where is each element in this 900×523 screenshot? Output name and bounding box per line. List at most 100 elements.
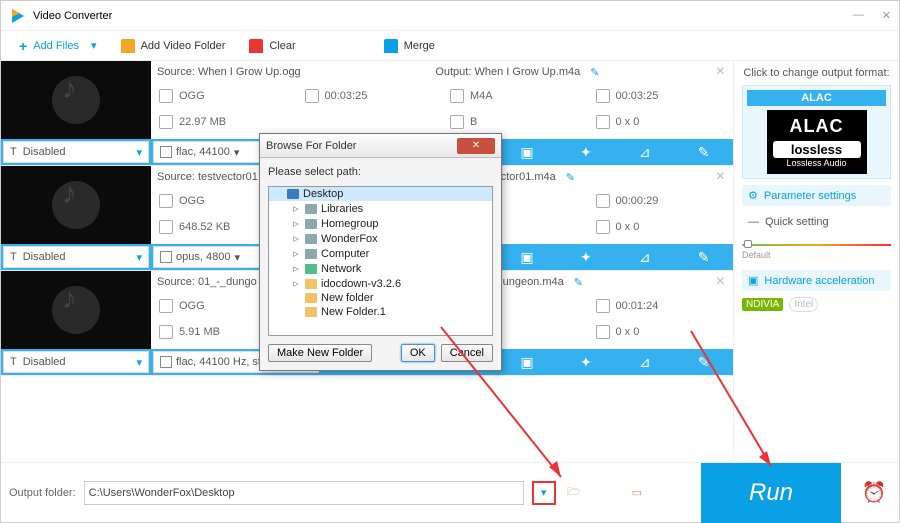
default-label: Default <box>742 250 771 260</box>
effects-icon[interactable]: ✦ <box>556 244 615 270</box>
hardware-accel-button[interactable]: ▣Hardware acceleration <box>742 270 891 291</box>
folder-icon <box>305 204 317 214</box>
open-folder-icon[interactable]: 🗁 <box>564 483 584 502</box>
clear-button[interactable]: Clear <box>239 35 305 57</box>
subtitle-dropdown[interactable]: TDisabled▾ <box>3 351 149 373</box>
thumbnail <box>1 271 151 349</box>
tree-node[interactable]: ▹ WonderFox <box>269 231 492 246</box>
titlebar: Video Converter — ✕ <box>1 1 899 31</box>
size-out: B <box>470 116 477 128</box>
alarm-icon[interactable]: ⏰ <box>849 463 899 523</box>
subtitle-edit-icon[interactable]: ✎ <box>674 244 733 270</box>
cancel-button[interactable]: Cancel <box>441 344 493 362</box>
chevron-down-icon: ▾ <box>234 146 240 159</box>
tree-node[interactable]: ▹Computer <box>269 246 492 261</box>
dialog-titlebar: Browse For Folder ✕ <box>260 134 501 158</box>
tree-twisty-icon[interactable]: ▹ <box>291 232 301 245</box>
watermark-icon[interactable]: ⊿ <box>615 244 674 270</box>
app-logo-icon <box>9 7 27 25</box>
tree-label: Desktop <box>303 188 343 200</box>
tree-twisty-icon[interactable]: ▹ <box>291 277 301 290</box>
watermark-icon[interactable]: ⊿ <box>615 349 674 375</box>
tree-twisty-icon[interactable]: ▹ <box>291 247 301 260</box>
tree-node[interactable]: ▹Libraries <box>269 201 492 216</box>
add-files-label: Add Files <box>33 40 79 52</box>
edit-icon[interactable]: ✎ <box>566 171 575 184</box>
tree-node[interactable]: Desktop <box>269 187 492 201</box>
size-icon <box>450 115 464 129</box>
crop-icon[interactable]: ▣ <box>498 139 557 165</box>
codec-label: ALAC <box>771 116 863 137</box>
output-format-box[interactable]: ALAC ALAC lossless Lossless Audio <box>742 85 891 179</box>
clear-label: Clear <box>269 40 295 52</box>
edit-icon[interactable]: ✎ <box>590 66 599 79</box>
tree-node[interactable]: ▹ Network <box>269 261 492 276</box>
close-icon[interactable]: ✕ <box>882 9 891 22</box>
gpu-badges: NDIVIA Intel <box>742 297 891 312</box>
run-button[interactable]: Run <box>701 463 841 523</box>
size-in: 648.52 KB <box>179 221 230 233</box>
folder-icon <box>305 234 317 244</box>
subtitle-edit-icon[interactable]: ✎ <box>674 349 733 375</box>
make-new-folder-button[interactable]: Make New Folder <box>268 344 372 362</box>
fmt-in: OGG <box>179 90 205 102</box>
edit-icon[interactable]: ✎ <box>574 276 583 289</box>
subtitle-icon: T <box>10 356 17 368</box>
lossless-label: lossless <box>773 141 861 158</box>
tree-twisty-icon[interactable]: ▹ <box>291 262 301 275</box>
tree-label: New folder <box>321 292 374 304</box>
open-output-icon[interactable]: ▭ <box>632 486 652 499</box>
tree-node[interactable]: ▹ Homegroup <box>269 216 492 231</box>
clock-icon <box>596 89 610 103</box>
minimize-icon[interactable]: — <box>853 9 864 22</box>
watermark-icon[interactable]: ⊿ <box>615 139 674 165</box>
music-note-icon <box>52 181 100 229</box>
size-in: 22.97 MB <box>179 116 226 128</box>
tree-node[interactable]: New Folder.1 <box>269 305 492 319</box>
tree-label: Homegroup <box>321 218 378 230</box>
format-icon <box>450 89 464 103</box>
merge-button[interactable]: Merge <box>374 35 445 57</box>
ok-button[interactable]: OK <box>401 344 435 362</box>
subtitle-dropdown[interactable]: TDisabled▾ <box>3 246 149 268</box>
size-icon <box>159 325 173 339</box>
tree-node[interactable]: ▹ idocdown-v3.2.6 <box>269 276 492 291</box>
add-folder-button[interactable]: Add Video Folder <box>111 35 236 57</box>
clock-icon <box>596 194 610 208</box>
crop-icon[interactable]: ▣ <box>498 244 557 270</box>
output-path-dropdown[interactable]: ▾ <box>532 481 556 505</box>
tree-twisty-icon[interactable]: ▹ <box>291 202 301 215</box>
source-label: Source: testvector01 <box>157 171 258 183</box>
remove-icon[interactable]: × <box>708 273 733 291</box>
effects-icon[interactable]: ✦ <box>556 139 615 165</box>
res-icon <box>596 325 610 339</box>
folder-tree[interactable]: Desktop▹Libraries▹Homegroup▹WonderFox▹Co… <box>268 186 493 336</box>
dialog-close-icon[interactable]: ✕ <box>457 138 495 154</box>
crop-icon[interactable]: ▣ <box>498 349 557 375</box>
parameter-settings-button[interactable]: ⚙Parameter settings <box>742 185 891 206</box>
folder-icon <box>305 307 317 317</box>
fmt-in: OGG <box>179 300 205 312</box>
tree-twisty-icon[interactable]: ▹ <box>291 217 301 230</box>
tree-label: WonderFox <box>321 233 378 245</box>
output-path-input[interactable]: C:\Users\WonderFox\Desktop <box>84 481 524 505</box>
folder-icon <box>305 249 317 259</box>
remove-icon[interactable]: × <box>708 63 733 81</box>
tree-label: Network <box>321 263 361 275</box>
effects-icon[interactable]: ✦ <box>556 349 615 375</box>
size-in: 5.91 MB <box>179 326 220 338</box>
subtitle-dropdown[interactable]: TDisabled▾ <box>3 141 149 163</box>
nvidia-badge: NDIVIA <box>742 298 783 311</box>
fmt-out: M4A <box>470 90 493 102</box>
dur-in: 00:03:25 <box>325 90 368 102</box>
tree-node[interactable]: New folder <box>269 291 492 305</box>
chevron-down-icon[interactable]: ▾ <box>91 39 97 52</box>
tree-label: idocdown-v3.2.6 <box>321 278 401 290</box>
chip-icon: ▣ <box>748 274 758 287</box>
subtitle-edit-icon[interactable]: ✎ <box>674 139 733 165</box>
remove-icon[interactable]: × <box>708 168 733 186</box>
quality-slider[interactable]: Default <box>742 240 891 250</box>
add-files-button[interactable]: +Add Files▾ <box>9 34 107 58</box>
source-label: Source: When I Grow Up.ogg <box>157 66 301 78</box>
folder-icon <box>305 293 317 303</box>
